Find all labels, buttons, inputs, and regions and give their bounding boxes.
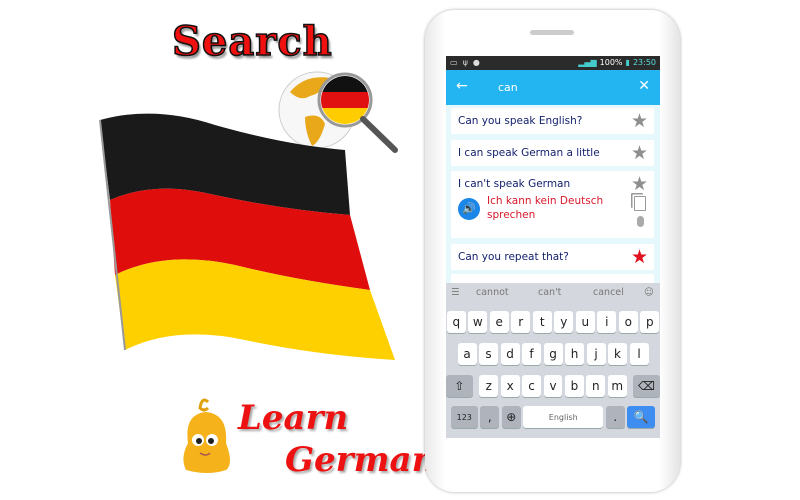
- menu-icon[interactable]: ☰: [451, 287, 460, 298]
- key-row-2: asdfghjkl: [446, 343, 660, 365]
- phone-speaker: [530, 30, 574, 35]
- keyboard: ☰ cannot can't cancel ☺ qwertyuiop asdfg…: [446, 283, 660, 438]
- key-h[interactable]: h: [565, 343, 584, 365]
- suggestion[interactable]: can't: [538, 287, 561, 298]
- key-i[interactable]: i: [597, 311, 617, 333]
- star-filled-icon[interactable]: ★: [631, 248, 648, 267]
- shift-key[interactable]: ⇧: [446, 375, 473, 397]
- suggestion-bar: ☰ cannot can't cancel ☺: [446, 283, 660, 303]
- space-key[interactable]: English: [523, 406, 604, 428]
- promo-title-search: Search: [171, 17, 333, 66]
- suggestion[interactable]: cancel: [593, 287, 624, 298]
- star-icon[interactable]: ★: [631, 112, 648, 131]
- battery-icon: ▮: [625, 58, 630, 67]
- key-l[interactable]: l: [629, 343, 649, 365]
- key-row-3: ⇧ z x c v b n m ⌫: [446, 375, 660, 397]
- key-n[interactable]: n: [586, 375, 606, 397]
- usb-icon: ψ: [462, 58, 468, 67]
- mascot-image: [183, 398, 230, 473]
- period-key[interactable]: .: [605, 406, 625, 428]
- key-m[interactable]: m: [607, 375, 627, 397]
- key-c[interactable]: c: [522, 375, 542, 397]
- promo-title-learn: Learn: [238, 398, 349, 438]
- key-o[interactable]: o: [618, 311, 638, 333]
- key-s[interactable]: s: [479, 343, 498, 365]
- phrase-english: I can speak German a little: [458, 147, 600, 159]
- phrase-german: Ich kann kein Deutsch sprechen: [487, 195, 604, 221]
- key-e[interactable]: e: [489, 311, 509, 333]
- key-row-1: qwertyuiop: [446, 311, 660, 333]
- promo-title-german: German: [285, 440, 437, 480]
- phrase-english: Can you repeat that?: [458, 251, 569, 263]
- arrow-left-icon[interactable]: ←: [456, 78, 468, 94]
- result-item[interactable]: I can speak German a little ★: [451, 140, 654, 166]
- backspace-key[interactable]: ⌫: [633, 375, 660, 397]
- suggestion[interactable]: cannot: [476, 287, 509, 298]
- phrase-english: I can't speak German: [458, 178, 571, 190]
- phone-screen: ▭ ψ ● ▂▄▆ 100% ▮ 23:50 ← can ✕ Can you spe…: [446, 56, 660, 438]
- comma-key[interactable]: ,: [480, 406, 500, 428]
- speaker-icon[interactable]: 🔊: [458, 198, 480, 220]
- key-z[interactable]: z: [479, 375, 499, 397]
- copy-icon[interactable]: [634, 196, 646, 211]
- microphone-icon[interactable]: [637, 216, 644, 227]
- numbers-key[interactable]: 123: [450, 406, 478, 428]
- key-v[interactable]: v: [543, 375, 563, 397]
- key-u[interactable]: u: [575, 311, 595, 333]
- star-icon[interactable]: ★: [631, 175, 648, 194]
- key-t[interactable]: t: [532, 311, 552, 333]
- result-item[interactable]: Can you speak English? ★: [451, 108, 654, 134]
- key-k[interactable]: k: [608, 343, 627, 365]
- key-a[interactable]: a: [457, 343, 477, 365]
- key-d[interactable]: d: [500, 343, 520, 365]
- german-flag-image: [99, 113, 395, 360]
- globe-icon[interactable]: ⊕: [501, 406, 521, 428]
- key-q[interactable]: q: [446, 311, 466, 333]
- result-item-expanded[interactable]: I can't speak German ★ 🔊 Ich kann kein D…: [451, 171, 654, 238]
- android-icon: ●: [472, 58, 480, 67]
- key-w[interactable]: w: [468, 311, 488, 333]
- key-x[interactable]: x: [500, 375, 520, 397]
- result-item[interactable]: Can you repeat that? ★: [451, 244, 654, 270]
- battery-level: 100%: [599, 58, 623, 67]
- key-y[interactable]: y: [554, 311, 574, 333]
- key-j[interactable]: j: [586, 343, 606, 365]
- emoji-icon[interactable]: ☺: [644, 287, 654, 298]
- key-f[interactable]: f: [522, 343, 541, 365]
- star-icon[interactable]: ★: [631, 144, 648, 163]
- status-bar: ▭ ψ ● ▂▄▆ 100% ▮ 23:50: [446, 56, 660, 70]
- key-r[interactable]: r: [511, 311, 531, 333]
- key-g[interactable]: g: [543, 343, 563, 365]
- close-icon[interactable]: ✕: [638, 78, 650, 94]
- signal-icon: ▂▄▆: [578, 58, 597, 67]
- keyboard-notification-icon: ▭: [450, 58, 458, 67]
- search-app-bar: ← can ✕: [446, 70, 660, 105]
- key-p[interactable]: p: [640, 311, 660, 333]
- key-b[interactable]: b: [564, 375, 584, 397]
- clock: 23:50: [632, 58, 656, 67]
- key-row-4: 123 , ⊕ English . 🔍: [446, 406, 660, 428]
- search-key-icon[interactable]: 🔍: [627, 406, 656, 428]
- phrase-english: Can you speak English?: [458, 115, 583, 127]
- search-input[interactable]: can: [498, 81, 518, 94]
